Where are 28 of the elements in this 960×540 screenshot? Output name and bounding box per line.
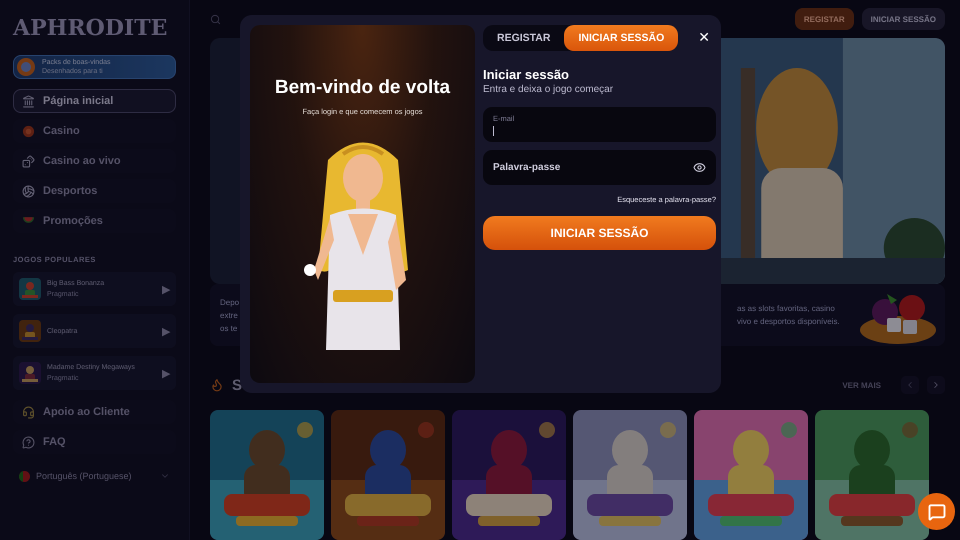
play-icon[interactable]: ▶ (162, 324, 170, 338)
search-icon (210, 14, 221, 24)
banner-text: as as slots favoritas, casino (737, 303, 836, 315)
headset-icon (22, 406, 35, 418)
nav-item[interactable]: Página inicial (13, 89, 176, 113)
logo[interactable]: APHRODITE (13, 10, 168, 46)
see-more-link[interactable]: VER MAIS (830, 380, 893, 390)
banner-text: Depo (220, 296, 240, 308)
chip-icon (16, 57, 36, 77)
banner-text: vivo e desportos disponíveis. (737, 316, 841, 328)
chat-button[interactable] (918, 493, 955, 530)
bank-icon (22, 94, 35, 108)
casino-chip-icon (22, 124, 35, 138)
header-button[interactable]: INICIAR SESSÃO (862, 8, 945, 30)
header-button[interactable]: REGISTAR (794, 8, 854, 30)
play-icon[interactable]: ▶ (162, 366, 170, 380)
chat-icon (928, 502, 946, 520)
flame-icon (210, 378, 224, 392)
ball-icon (22, 184, 35, 198)
dice-icon (22, 154, 35, 168)
section-title: S (232, 376, 242, 394)
banner-text: os te (220, 322, 238, 334)
banner-text: extre (220, 310, 239, 322)
help-icon (22, 436, 35, 448)
flag-icon (19, 470, 30, 482)
watermelon-icon (22, 216, 35, 226)
language-selector[interactable]: Português (Portuguese) (13, 464, 176, 488)
play-icon[interactable]: ▶ (162, 282, 170, 296)
